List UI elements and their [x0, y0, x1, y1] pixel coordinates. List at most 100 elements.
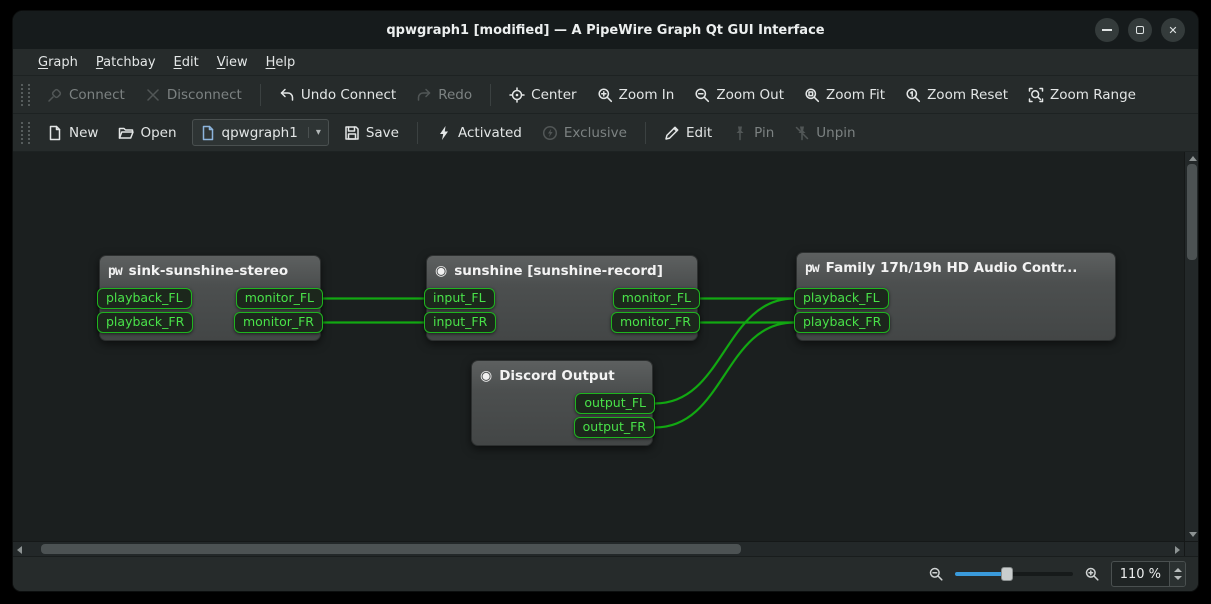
session-combo-value: qpwgraph1	[222, 125, 298, 141]
open-button[interactable]: Open	[109, 119, 185, 147]
maximize-icon	[1136, 26, 1144, 34]
port-playback-fr[interactable]: playback_FR	[97, 312, 193, 333]
zoom-value[interactable]: 110 %	[1112, 567, 1169, 582]
toolbar-drag-handle[interactable]	[21, 84, 30, 106]
zoom-fit-label: Zoom Fit	[826, 87, 885, 103]
node-header: sink-sunshine-stereo	[108, 261, 312, 281]
port-output-fl[interactable]: output_FL	[575, 393, 655, 414]
graph-canvas[interactable]: sink-sunshine-stereo playback_FL monitor…	[13, 152, 1184, 541]
port-playback-fl[interactable]: playback_FL	[97, 288, 192, 309]
spin-down-arrow[interactable]	[1174, 576, 1182, 580]
zoom-slider[interactable]	[955, 566, 1073, 582]
port-monitor-fl[interactable]: monitor_FL	[613, 288, 700, 309]
port-input-fl[interactable]: input_FL	[424, 288, 495, 309]
disconnect-button[interactable]: Disconnect	[136, 81, 251, 109]
save-button[interactable]: Save	[335, 119, 408, 147]
node-header: Discord Output	[480, 366, 644, 386]
activated-lightning-icon	[436, 125, 452, 141]
close-button[interactable]: ✕	[1161, 18, 1185, 42]
menu-edit[interactable]: Edit	[165, 52, 208, 73]
activated-label: Activated	[458, 125, 522, 141]
graph-toolbar: Connect Disconnect Undo Connect Redo Cen…	[13, 76, 1198, 114]
port-monitor-fr[interactable]: monitor_FR	[611, 312, 700, 333]
maximize-button[interactable]	[1128, 18, 1152, 42]
zoom-slider-handle[interactable]	[1001, 567, 1013, 581]
zoom-in-button[interactable]: Zoom In	[588, 81, 684, 109]
menu-help[interactable]: Help	[257, 52, 305, 73]
port-playback-fl[interactable]: playback_FL	[794, 288, 889, 309]
zoom-slider-fill	[955, 572, 1007, 576]
menu-graph[interactable]: Graph	[29, 52, 87, 73]
scrollbar-corner	[1184, 542, 1198, 556]
connection-wires	[13, 152, 1184, 541]
zoom-in-icon	[597, 87, 613, 103]
pin-icon	[732, 125, 748, 141]
redo-icon	[416, 87, 432, 103]
zoom-out-button[interactable]: Zoom Out	[685, 81, 793, 109]
horizontal-scrollbar-track[interactable]	[27, 542, 1170, 556]
graph-node-sink-sunshine-stereo[interactable]: sink-sunshine-stereo playback_FL monitor…	[99, 255, 321, 341]
scroll-right-button[interactable]	[1170, 542, 1184, 556]
port-output-fr[interactable]: output_FR	[574, 417, 655, 438]
zoom-spinbox[interactable]: 110 %	[1111, 561, 1186, 587]
chevron-down-icon: ▾	[308, 127, 321, 138]
toolbar-drag-handle[interactable]	[21, 122, 30, 144]
zoom-reset-icon	[905, 87, 921, 103]
zoom-out-icon[interactable]	[928, 566, 944, 582]
node-title: Family 17h/19h HD Audio Contr...	[826, 260, 1078, 276]
edit-button[interactable]: Edit	[655, 119, 721, 147]
close-icon: ✕	[1168, 24, 1177, 37]
port-input-fr[interactable]: input_FR	[424, 312, 496, 333]
new-label: New	[69, 125, 98, 141]
zoom-reset-label: Zoom Reset	[927, 87, 1008, 103]
connect-label: Connect	[69, 87, 125, 103]
port-monitor-fl[interactable]: monitor_FL	[236, 288, 323, 309]
spinbox-arrows	[1169, 562, 1185, 586]
disconnect-icon	[145, 87, 161, 103]
session-combobox[interactable]: qpwgraph1 ▾	[192, 119, 329, 146]
menubar: Graph Patchbay Edit View Help	[13, 49, 1198, 76]
pipewire-icon	[108, 265, 122, 278]
zoom-out-label: Zoom Out	[716, 87, 784, 103]
zoom-range-button[interactable]: Zoom Range	[1019, 81, 1145, 109]
zoom-in-icon[interactable]	[1084, 566, 1100, 582]
scroll-left-arrow	[17, 546, 22, 554]
unpin-icon	[794, 125, 810, 141]
vertical-scrollbar[interactable]	[1184, 152, 1198, 541]
horizontal-scrollbar[interactable]	[13, 541, 1198, 556]
scroll-up-arrow[interactable]	[1189, 156, 1197, 161]
graph-node-family-audio[interactable]: Family 17h/19h HD Audio Contr... playbac…	[796, 252, 1116, 341]
scroll-down-arrow[interactable]	[1189, 532, 1197, 537]
connect-button[interactable]: Connect	[38, 81, 134, 109]
zoom-range-label: Zoom Range	[1050, 87, 1136, 103]
minimize-button[interactable]	[1095, 18, 1119, 42]
menu-view[interactable]: View	[208, 52, 257, 73]
graph-node-discord-output[interactable]: Discord Output output_FL output_FR	[471, 360, 653, 446]
zoom-reset-button[interactable]: Zoom Reset	[896, 81, 1017, 109]
toolbar-separator	[490, 84, 491, 106]
exclusive-button[interactable]: Exclusive	[533, 119, 636, 147]
port-playback-fr[interactable]: playback_FR	[794, 312, 890, 333]
session-file-icon	[200, 125, 216, 141]
menu-patchbay[interactable]: Patchbay	[87, 52, 165, 73]
titlebar[interactable]: qpwgraph1 [modified] — A PipeWire Graph …	[13, 11, 1198, 49]
spin-up-arrow[interactable]	[1174, 568, 1182, 572]
vertical-scrollbar-thumb[interactable]	[1187, 164, 1197, 260]
pin-button[interactable]: Pin	[723, 119, 783, 147]
graph-node-sunshine[interactable]: sunshine [sunshine-record] input_FL moni…	[426, 255, 698, 341]
zoom-range-icon	[1028, 87, 1044, 103]
new-file-icon	[47, 125, 63, 141]
zoom-fit-button[interactable]: Zoom Fit	[795, 81, 894, 109]
center-button[interactable]: Center	[500, 81, 585, 109]
unpin-button[interactable]: Unpin	[785, 119, 864, 147]
scroll-left-button[interactable]	[13, 542, 27, 556]
undo-connect-button[interactable]: Undo Connect	[270, 81, 405, 109]
toolbar-separator	[417, 122, 418, 144]
port-monitor-fr[interactable]: monitor_FR	[234, 312, 323, 333]
new-button[interactable]: New	[38, 119, 107, 147]
connect-icon	[47, 87, 63, 103]
redo-button[interactable]: Redo	[407, 81, 481, 109]
activated-button[interactable]: Activated	[427, 119, 531, 147]
pin-label: Pin	[754, 125, 774, 141]
horizontal-scrollbar-thumb[interactable]	[41, 544, 741, 554]
